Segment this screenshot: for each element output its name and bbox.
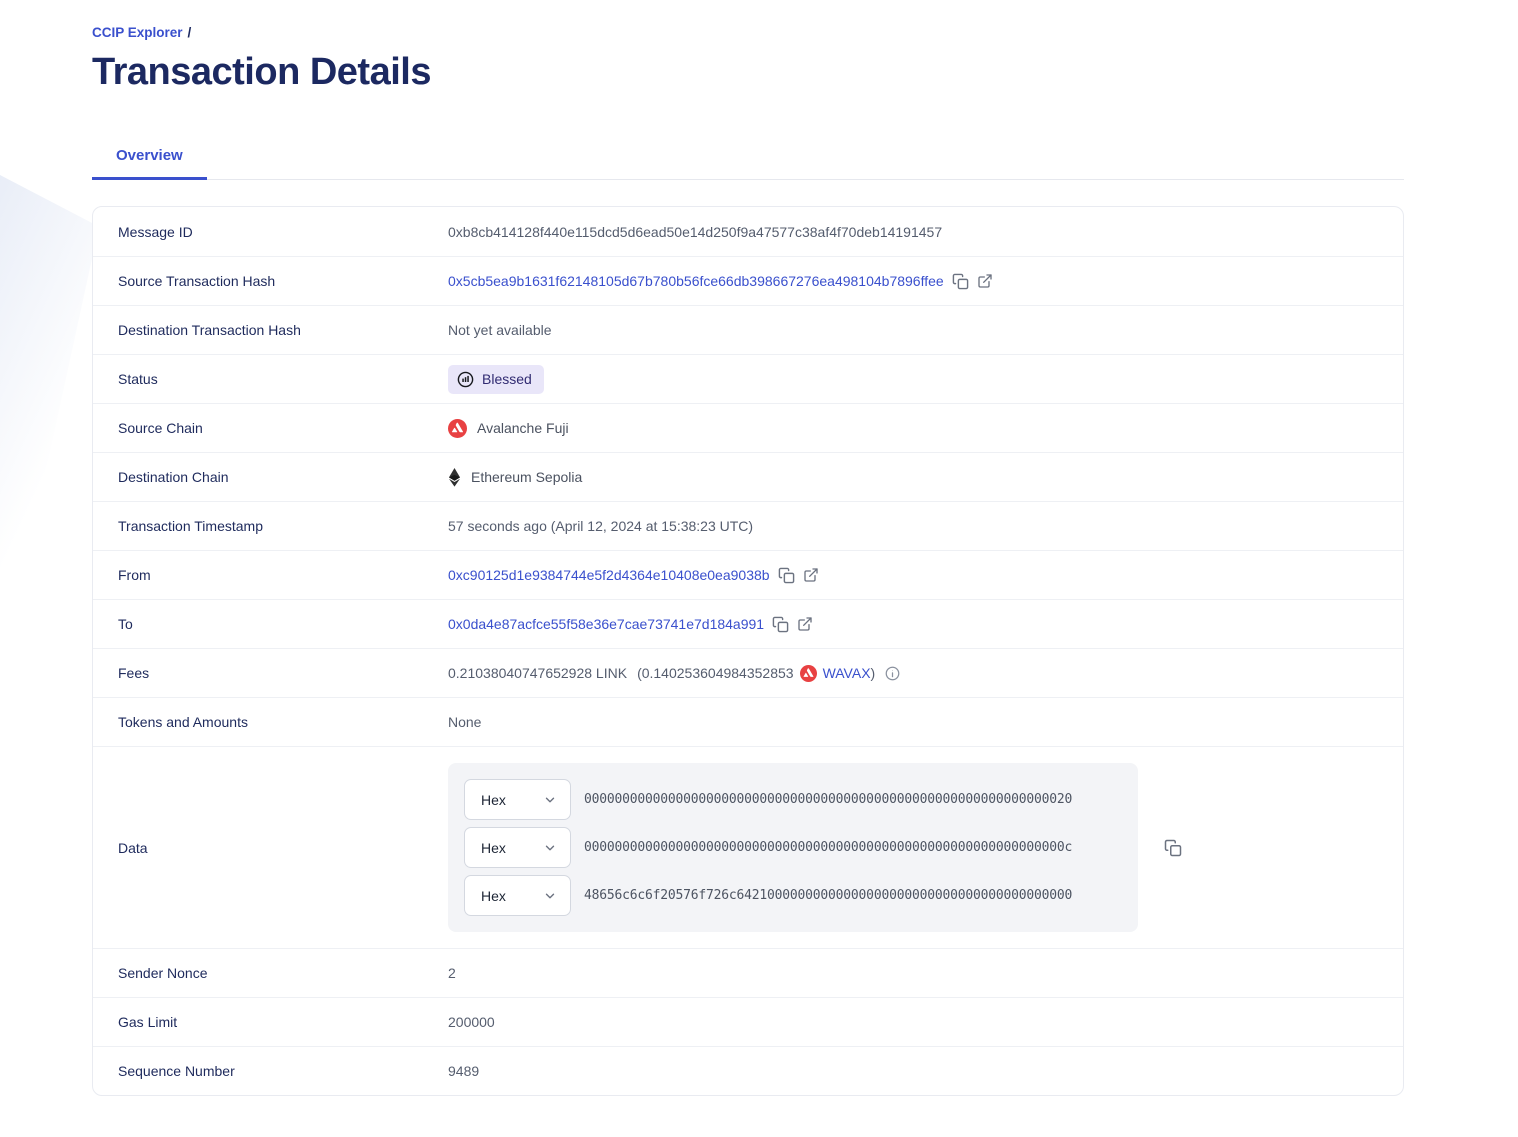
table-row-fees: Fees 0.21038040747652928 LINK (0.1402536… xyxy=(93,648,1403,697)
dest-tx-hash-value: Not yet available xyxy=(448,322,552,338)
breadcrumb: CCIP Explorer / xyxy=(92,25,1404,40)
tokens-value: None xyxy=(448,714,481,730)
hex-format-select[interactable]: Hex xyxy=(464,779,571,820)
to-address-link[interactable]: 0x0da4e87acfce55f58e36e7cae73741e7d184a9… xyxy=(448,616,764,632)
row-label: To xyxy=(93,616,448,632)
page-title: Transaction Details xyxy=(92,51,1404,94)
data-line: Hex 000000000000000000000000000000000000… xyxy=(464,779,1122,820)
copy-icon[interactable] xyxy=(1164,839,1182,857)
hex-data-text: 48656c6c6f20576f726c64210000000000000000… xyxy=(584,888,1072,903)
table-row-source-chain: Source Chain Avalanche Fuji xyxy=(93,403,1403,452)
blessed-bars-icon xyxy=(457,371,474,388)
copy-icon[interactable] xyxy=(778,567,795,584)
row-label: Sender Nonce xyxy=(93,965,448,981)
table-row-source-tx-hash: Source Transaction Hash 0x5cb5ea9b1631f6… xyxy=(93,256,1403,305)
sequence-number-value: 9489 xyxy=(448,1063,479,1079)
table-row-dest-chain: Destination Chain Ethereum Sepolia xyxy=(93,452,1403,501)
row-label: Sequence Number xyxy=(93,1063,448,1079)
hex-format-select[interactable]: Hex xyxy=(464,875,571,916)
table-row-tokens: Tokens and Amounts None xyxy=(93,697,1403,746)
copy-icon[interactable] xyxy=(772,616,789,633)
transaction-details-card: Message ID 0xb8cb414128f440e115dcd5d6ead… xyxy=(92,206,1404,1096)
row-label: Message ID xyxy=(93,224,448,240)
row-label: Fees xyxy=(93,665,448,681)
source-tx-hash-link[interactable]: 0x5cb5ea9b1631f62148105d67b780b56fce66db… xyxy=(448,273,944,289)
hex-format-select[interactable]: Hex xyxy=(464,827,571,868)
tab-overview[interactable]: Overview xyxy=(92,137,207,180)
dest-chain-name: Ethereum Sepolia xyxy=(471,469,582,485)
table-row-data: Data Hex 0000000000000000000000000000000… xyxy=(93,746,1403,948)
status-badge-label: Blessed xyxy=(482,371,532,387)
table-row-status: Status Blessed xyxy=(93,354,1403,403)
fees-link-amount: 0.21038040747652928 LINK xyxy=(448,665,627,681)
tab-bar: Overview xyxy=(92,137,1404,180)
table-row-sequence-number: Sequence Number 9489 xyxy=(93,1046,1403,1095)
external-link-icon[interactable] xyxy=(803,567,819,583)
row-label: Data xyxy=(93,840,448,856)
hex-data-text: 0000000000000000000000000000000000000000… xyxy=(584,840,1072,855)
source-chain-name: Avalanche Fuji xyxy=(477,420,569,436)
status-badge: Blessed xyxy=(448,365,544,394)
avalanche-icon xyxy=(800,665,817,682)
table-row-gas-limit: Gas Limit 200000 xyxy=(93,997,1403,1046)
row-label: Source Chain xyxy=(93,420,448,436)
message-id-value: 0xb8cb414128f440e115dcd5d6ead50e14d250f9… xyxy=(448,224,942,240)
ethereum-icon xyxy=(448,468,461,487)
timestamp-value: 57 seconds ago (April 12, 2024 at 15:38:… xyxy=(448,518,753,534)
row-label: Tokens and Amounts xyxy=(93,714,448,730)
fees-native-amount: (0.140253604984352853 xyxy=(637,665,794,681)
hex-data-text: 0000000000000000000000000000000000000000… xyxy=(584,792,1072,807)
row-label: Destination Chain xyxy=(93,469,448,485)
from-address-link[interactable]: 0xc90125d1e9384744e5f2d4364e10408e0ea903… xyxy=(448,567,770,583)
row-label: Transaction Timestamp xyxy=(93,518,448,534)
row-label: Destination Transaction Hash xyxy=(93,322,448,338)
data-line: Hex 48656c6c6f20576f726c6421000000000000… xyxy=(464,875,1122,916)
external-link-icon[interactable] xyxy=(977,273,993,289)
table-row-timestamp: Transaction Timestamp 57 seconds ago (Ap… xyxy=(93,501,1403,550)
transaction-details-page: CCIP Explorer / Transaction Details Overv… xyxy=(92,0,1404,1096)
row-label: From xyxy=(93,567,448,583)
row-label: Status xyxy=(93,371,448,387)
gas-limit-value: 200000 xyxy=(448,1014,495,1030)
hex-format-label: Hex xyxy=(481,888,506,904)
table-row-message-id: Message ID 0xb8cb414128f440e115dcd5d6ead… xyxy=(93,207,1403,256)
chevron-down-icon xyxy=(543,889,557,903)
sender-nonce-value: 2 xyxy=(448,965,456,981)
fees-paren-close: ) xyxy=(871,665,876,681)
info-icon[interactable] xyxy=(885,666,900,681)
chevron-down-icon xyxy=(543,793,557,807)
row-label: Gas Limit xyxy=(93,1014,448,1030)
hex-format-label: Hex xyxy=(481,792,506,808)
breadcrumb-separator: / xyxy=(188,25,192,40)
data-hex-panel: Hex 000000000000000000000000000000000000… xyxy=(448,763,1138,932)
table-row-from: From 0xc90125d1e9384744e5f2d4364e10408e0… xyxy=(93,550,1403,599)
external-link-icon[interactable] xyxy=(797,616,813,632)
copy-icon[interactable] xyxy=(952,273,969,290)
row-label: Source Transaction Hash xyxy=(93,273,448,289)
chevron-down-icon xyxy=(543,841,557,855)
hex-format-label: Hex xyxy=(481,840,506,856)
data-line: Hex 000000000000000000000000000000000000… xyxy=(464,827,1122,868)
table-row-to: To 0x0da4e87acfce55f58e36e7cae73741e7d18… xyxy=(93,599,1403,648)
table-row-dest-tx-hash: Destination Transaction Hash Not yet ava… xyxy=(93,305,1403,354)
table-row-sender-nonce: Sender Nonce 2 xyxy=(93,948,1403,997)
breadcrumb-link-ccip-explorer[interactable]: CCIP Explorer xyxy=(92,25,183,40)
avalanche-icon xyxy=(448,419,467,438)
fees-token-link[interactable]: WAVAX xyxy=(823,665,871,681)
